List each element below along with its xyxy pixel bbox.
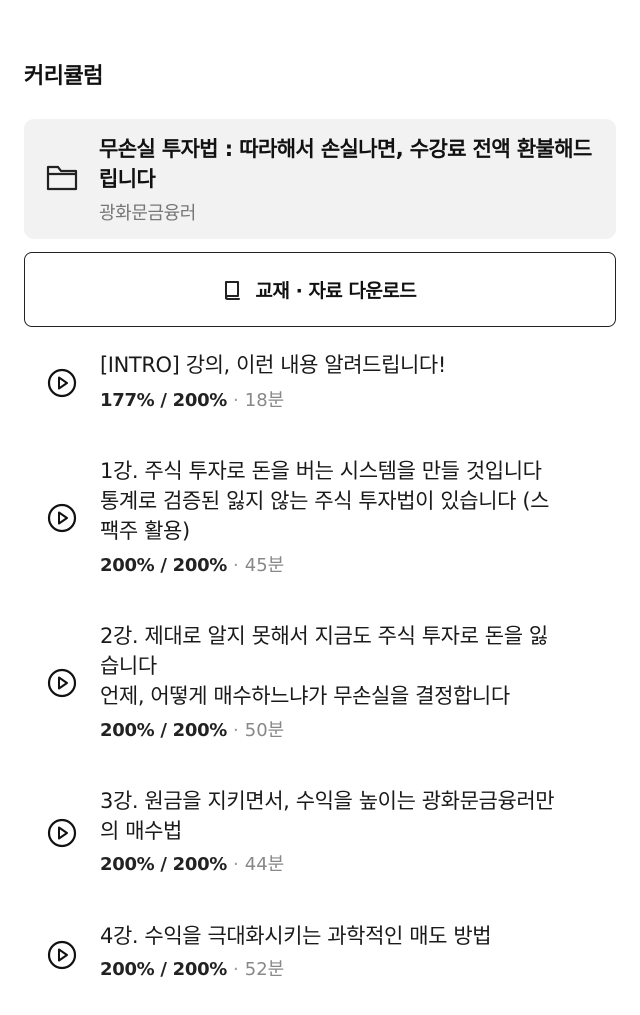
meta-separator: · [233,720,239,741]
meta-separator: · [233,854,239,875]
lesson-meta: 200% / 200% · 45분 [100,554,284,578]
meta-separator: · [233,390,239,411]
lesson-item[interactable]: 2강. 제대로 알지 못해서 지금도 주식 투자로 돈을 잃 습니다 언제, 어… [0,620,640,750]
folder-icon [46,165,78,191]
lesson-title: [INTRO] 강의, 이런 내용 알려드립니다! [100,353,446,377]
lesson-duration: 45분 [244,555,285,576]
play-icon[interactable] [47,818,77,848]
lesson-item[interactable]: [INTRO] 강의, 이런 내용 알려드립니다! 177% / 200% · 18… [0,345,640,425]
lesson-progress: 177% / 200% [100,390,228,411]
download-button-label: 교재 · 자료 다운로드 [255,280,417,302]
lesson-title: 1강. 주식 투자로 돈을 버는 시스템을 만들 것입니다 통계로 검증된 잃지… [100,459,550,543]
play-icon[interactable] [47,503,77,533]
lesson-meta: 177% / 200% · 18분 [100,389,284,413]
meta-separator: · [233,555,239,576]
lesson-title: 2강. 제대로 알지 못해서 지금도 주식 투자로 돈을 잃 습니다 언제, 어… [100,624,548,708]
course-title: 무손실 투자법 : 따라해서 손실나면, 수강료 전액 환불해드립니다 [99,137,592,191]
course-card[interactable]: 무손실 투자법 : 따라해서 손실나면, 수강료 전액 환불해드립니다 광화문금… [24,119,616,239]
play-icon[interactable] [47,668,77,698]
play-icon[interactable] [47,368,77,398]
lesson-meta: 200% / 200% · 52분 [100,958,284,982]
lesson-progress: 200% / 200% [100,555,228,576]
lesson-duration: 52분 [244,959,285,980]
lesson-duration: 18분 [244,390,285,411]
section-title: 커리큘럼 [24,64,103,89]
download-materials-button[interactable]: 교재 · 자료 다운로드 [24,252,616,327]
course-author: 광화문금융러 [99,203,196,224]
lesson-duration: 50분 [244,720,285,741]
lesson-progress: 200% / 200% [100,959,228,980]
lesson-duration: 44분 [244,854,285,875]
play-icon[interactable] [47,940,77,970]
lesson-title: 3강. 원금을 지키면서, 수익을 높이는 광화문금융러만 의 매수법 [100,789,555,843]
lesson-title: 4강. 수익을 극대화시키는 과학적인 매도 방법 [100,924,492,948]
lesson-progress: 200% / 200% [100,720,228,741]
curriculum-page: 커리큘럼 무손실 투자법 : 따라해서 손실나면, 수강료 전액 환불해드립니다… [0,0,640,1015]
meta-separator: · [233,959,239,980]
lesson-meta: 200% / 200% · 44분 [100,853,284,877]
lesson-item[interactable]: 3강. 원금을 지키면서, 수익을 높이는 광화문금융러만 의 매수법 200%… [0,785,640,885]
lesson-meta: 200% / 200% · 50분 [100,719,284,743]
lesson-item[interactable]: 4강. 수익을 극대화시키는 과학적인 매도 방법 200% / 200% · 52… [0,920,640,1000]
lesson-progress: 200% / 200% [100,854,228,875]
lesson-item[interactable]: 1강. 주식 투자로 돈을 버는 시스템을 만들 것입니다 통계로 검증된 잃지… [0,455,640,585]
book-icon [224,280,240,300]
